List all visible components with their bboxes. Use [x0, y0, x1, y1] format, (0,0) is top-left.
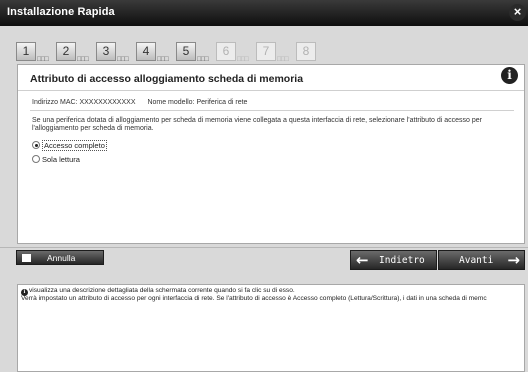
divider — [30, 110, 514, 111]
cancel-button[interactable]: Annulla — [16, 250, 104, 265]
step-7-dots: □□□ — [277, 56, 289, 63]
step-6-dots: □□□ — [237, 56, 249, 63]
step-3-dots: □□□ — [117, 56, 129, 63]
step-5: 5 — [176, 42, 196, 61]
radio-full-access-label[interactable]: Accesso completo — [42, 140, 107, 151]
step-1: 1 — [16, 42, 36, 61]
panel-header: Attributo di accesso alloggiamento sched… — [18, 65, 524, 91]
step-6: 6 — [216, 42, 236, 61]
step-7: 7 — [256, 42, 276, 61]
description-line-1: Se una periferica dotata di alloggiament… — [32, 117, 482, 124]
radio-read-only-label[interactable]: Sola lettura — [42, 155, 80, 164]
divider — [0, 247, 528, 248]
info-icon[interactable]: i — [501, 67, 518, 84]
radio-unselected-icon[interactable] — [32, 155, 40, 163]
close-icon[interactable]: × — [509, 4, 526, 21]
back-button[interactable]: ← Indietro — [350, 250, 437, 270]
model-name: Nome modello: Periferica di rete — [147, 99, 248, 106]
help-line-1-text: visualizza una descrizione dettagliata d… — [29, 287, 295, 294]
mac-address: Indirizzo MAC: XXXXXXXXXXXX — [32, 99, 136, 106]
device-info: Indirizzo MAC: XXXXXXXXXXXX Nome modello… — [32, 99, 247, 106]
content-panel: Attributo di accesso alloggiamento sched… — [17, 64, 525, 244]
step-3: 3 — [96, 42, 116, 61]
description-line-2: l'alloggiamento per scheda di memoria. — [32, 125, 154, 132]
next-button-label: Avanti — [459, 255, 494, 266]
step-8: 8 — [296, 42, 316, 61]
description: Se una periferica dotata di alloggiament… — [32, 117, 512, 133]
arrow-right-icon: → — [507, 251, 520, 269]
step-1-dots: □□□ — [37, 56, 49, 63]
step-2-dots: □□□ — [77, 56, 89, 63]
radio-selected-icon[interactable] — [32, 141, 40, 149]
step-2: 2 — [56, 42, 76, 61]
page-title: Attributo di accesso alloggiamento sched… — [30, 73, 304, 85]
window-title: Installazione Rapida — [7, 6, 115, 18]
next-button[interactable]: Avanti → — [438, 250, 525, 270]
cancel-button-label: Annulla — [47, 253, 76, 263]
stop-icon — [22, 254, 31, 262]
help-line-2: Verrà impostato un attributo di accesso … — [21, 295, 487, 302]
arrow-left-icon: ← — [356, 251, 369, 269]
step-5-dots: □□□ — [197, 56, 209, 63]
back-button-label: Indietro — [379, 255, 425, 266]
radio-full-access[interactable]: Accesso completo — [32, 140, 107, 151]
radio-read-only[interactable]: Sola lettura — [32, 155, 80, 164]
title-bar: Installazione Rapida × — [0, 0, 528, 26]
help-text-area: i visualizza una descrizione dettagliata … — [17, 284, 525, 372]
step-4: 4 — [136, 42, 156, 61]
step-4-dots: □□□ — [157, 56, 169, 63]
